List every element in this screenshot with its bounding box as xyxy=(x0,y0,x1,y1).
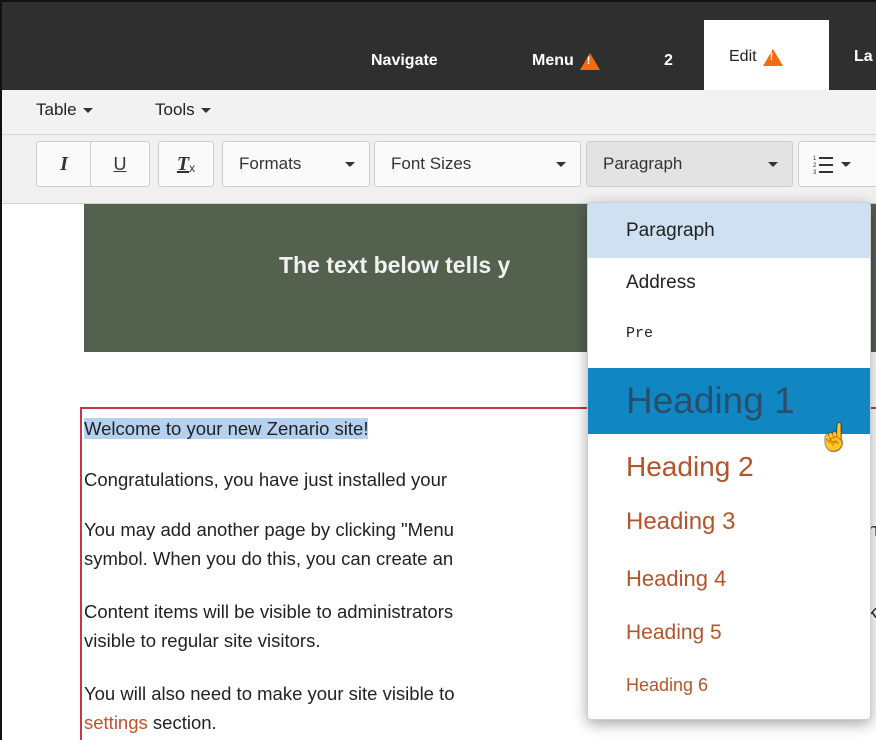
block-format-menu: Paragraph Address Pre Heading 1 Heading … xyxy=(587,202,871,720)
font-sizes-dropdown[interactable]: Font Sizes xyxy=(374,141,581,187)
selected-text: Welcome to your new Zenario site! xyxy=(84,418,369,439)
tab-menu[interactable]: Menu xyxy=(532,48,600,74)
clear-formatting-icon: T xyxy=(176,152,190,175)
tab-edit-label-wrap: Edit xyxy=(729,48,783,66)
menu-table[interactable]: Table xyxy=(36,100,93,120)
app-window: Navigate Menu 2 Edit La Table Tools I U … xyxy=(0,0,876,740)
chevron-down-icon xyxy=(556,161,566,167)
hand-cursor-icon: ☝ xyxy=(818,422,851,452)
menu-item-label: Address xyxy=(626,272,696,293)
block-format-dropdown[interactable]: Paragraph xyxy=(586,141,793,187)
chevron-down-icon xyxy=(345,161,355,167)
menu-item-label: Heading 3 xyxy=(626,508,736,535)
tab-count[interactable]: 2 xyxy=(664,48,673,74)
menu-item-pre[interactable]: Pre xyxy=(588,308,870,358)
admin-toolbar: Navigate Menu 2 Edit La xyxy=(2,2,876,90)
formats-dropdown[interactable]: Formats xyxy=(222,141,370,187)
menu-tools-label: Tools xyxy=(155,100,195,119)
menu-item-paragraph[interactable]: Paragraph xyxy=(588,203,870,258)
menu-item-label: Paragraph xyxy=(626,219,715,241)
content-paragraph[interactable]: You will also need to make your site vis… xyxy=(84,679,455,708)
underline-icon: U xyxy=(113,153,127,174)
numbered-list-icon: 123 xyxy=(799,154,865,174)
formats-label: Formats xyxy=(239,154,302,173)
tab-navigate[interactable]: Navigate xyxy=(371,48,438,74)
menu-item-label: Heading 4 xyxy=(626,566,727,591)
content-paragraph[interactable]: settings section. xyxy=(84,708,217,737)
menu-item-label: Heading 5 xyxy=(626,621,722,644)
content-paragraph[interactable]: visible to regular site visitors. xyxy=(84,626,320,655)
tab-layout[interactable]: La xyxy=(854,48,873,66)
menu-item-label: Heading 6 xyxy=(626,674,709,695)
content-text: section. xyxy=(147,712,217,733)
clear-formatting-subscript: x xyxy=(189,161,196,175)
content-paragraph[interactable]: symbol. When you do this, you can create… xyxy=(84,544,453,573)
settings-link[interactable]: settings xyxy=(84,712,148,733)
menu-tools[interactable]: Tools xyxy=(155,100,211,120)
svg-text:2: 2 xyxy=(813,163,817,169)
italic-icon: I xyxy=(60,152,68,175)
chevron-down-icon xyxy=(200,107,211,113)
menu-item-heading-3[interactable]: Heading 3 xyxy=(588,498,870,546)
menu-item-address[interactable]: Address xyxy=(588,258,870,308)
tab-menu-label: Menu xyxy=(532,52,574,69)
italic-button[interactable]: I xyxy=(36,141,91,187)
chevron-down-icon xyxy=(82,107,93,113)
menu-item-heading-5[interactable]: Heading 5 xyxy=(588,608,870,658)
menu-table-label: Table xyxy=(36,100,77,119)
editor-toolbar: I U Tx Formats Font Sizes Paragraph 123 xyxy=(2,135,876,204)
menu-item-heading-6[interactable]: Heading 6 xyxy=(588,661,870,709)
svg-text:1: 1 xyxy=(813,156,817,162)
font-sizes-label: Font Sizes xyxy=(391,154,472,173)
menu-item-label: Heading 1 xyxy=(626,380,795,421)
tab-edit-label: Edit xyxy=(729,48,757,65)
editor-menubar: Table Tools xyxy=(2,90,876,135)
underline-button[interactable]: U xyxy=(90,141,150,187)
menu-item-label: Pre xyxy=(626,324,654,342)
content-paragraph[interactable]: Congratulations, you have just installed… xyxy=(84,465,447,494)
numbered-list-button[interactable]: 123 xyxy=(798,141,876,187)
clear-formatting-button[interactable]: Tx xyxy=(158,141,214,187)
hero-text: The text below tells y xyxy=(279,252,511,278)
chevron-down-icon xyxy=(768,161,778,167)
block-format-label: Paragraph xyxy=(603,154,683,173)
chevron-down-icon xyxy=(841,161,851,167)
menu-item-label: Heading 2 xyxy=(626,451,754,482)
svg-text:3: 3 xyxy=(813,170,817,174)
tab-layout-label: La xyxy=(854,48,873,65)
content-paragraph[interactable]: Content items will be visible to adminis… xyxy=(84,597,453,626)
content-paragraph[interactable]: You may add another page by clicking "Me… xyxy=(84,515,454,544)
warning-icon xyxy=(762,48,783,66)
menu-item-heading-4[interactable]: Heading 4 xyxy=(588,555,870,603)
content-paragraph[interactable]: Welcome to your new Zenario site! xyxy=(84,414,369,443)
warning-icon xyxy=(579,52,600,70)
tab-count-label: 2 xyxy=(664,52,673,69)
tab-navigate-label: Navigate xyxy=(371,52,438,69)
